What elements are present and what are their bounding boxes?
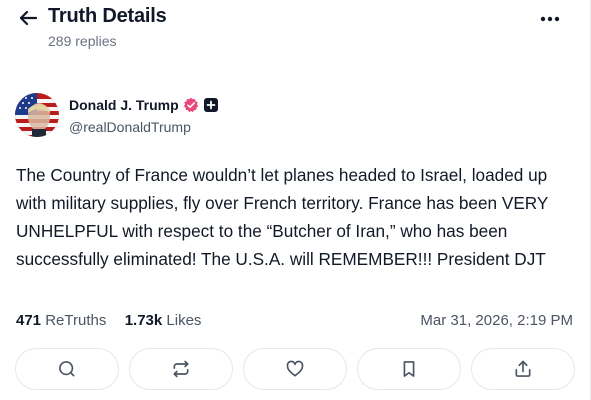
retruths-count[interactable]: 471 — [16, 312, 41, 329]
likes-label[interactable]: Likes — [166, 312, 201, 329]
reply-count: 289 replies — [48, 33, 117, 49]
bookmark-icon — [403, 361, 415, 377]
reply-button[interactable] — [15, 348, 119, 390]
retruth-icon — [173, 360, 189, 378]
retruth-button[interactable] — [129, 348, 233, 390]
page-title: Truth Details — [48, 5, 167, 27]
retruths-label[interactable]: ReTruths — [45, 312, 106, 329]
share-button[interactable] — [471, 348, 575, 390]
page-header: Truth Details 289 replies — [0, 0, 591, 60]
plus-badge-icon — [204, 98, 218, 112]
share-icon — [515, 360, 531, 377]
more-horizontal-icon[interactable] — [536, 9, 564, 29]
arrow-left-icon[interactable] — [16, 6, 40, 30]
author-name[interactable]: Donald J. Trump — [69, 97, 179, 113]
avatar[interactable] — [15, 93, 59, 137]
post-stats: 471 ReTruths 1.73k Likes — [16, 312, 201, 329]
likes-count[interactable]: 1.73k — [125, 312, 163, 329]
post-actions — [15, 348, 575, 390]
verified-badge-icon — [183, 97, 199, 113]
bookmark-button[interactable] — [357, 348, 461, 390]
post-timestamp: Mar 31, 2026, 2:19 PM — [420, 312, 573, 329]
reply-icon — [59, 361, 75, 377]
like-button[interactable] — [243, 348, 347, 390]
heart-icon — [286, 360, 304, 377]
post-text: The Country of France wouldn’t let plane… — [16, 165, 549, 269]
author-handle[interactable]: @realDonaldTrump — [69, 119, 191, 135]
